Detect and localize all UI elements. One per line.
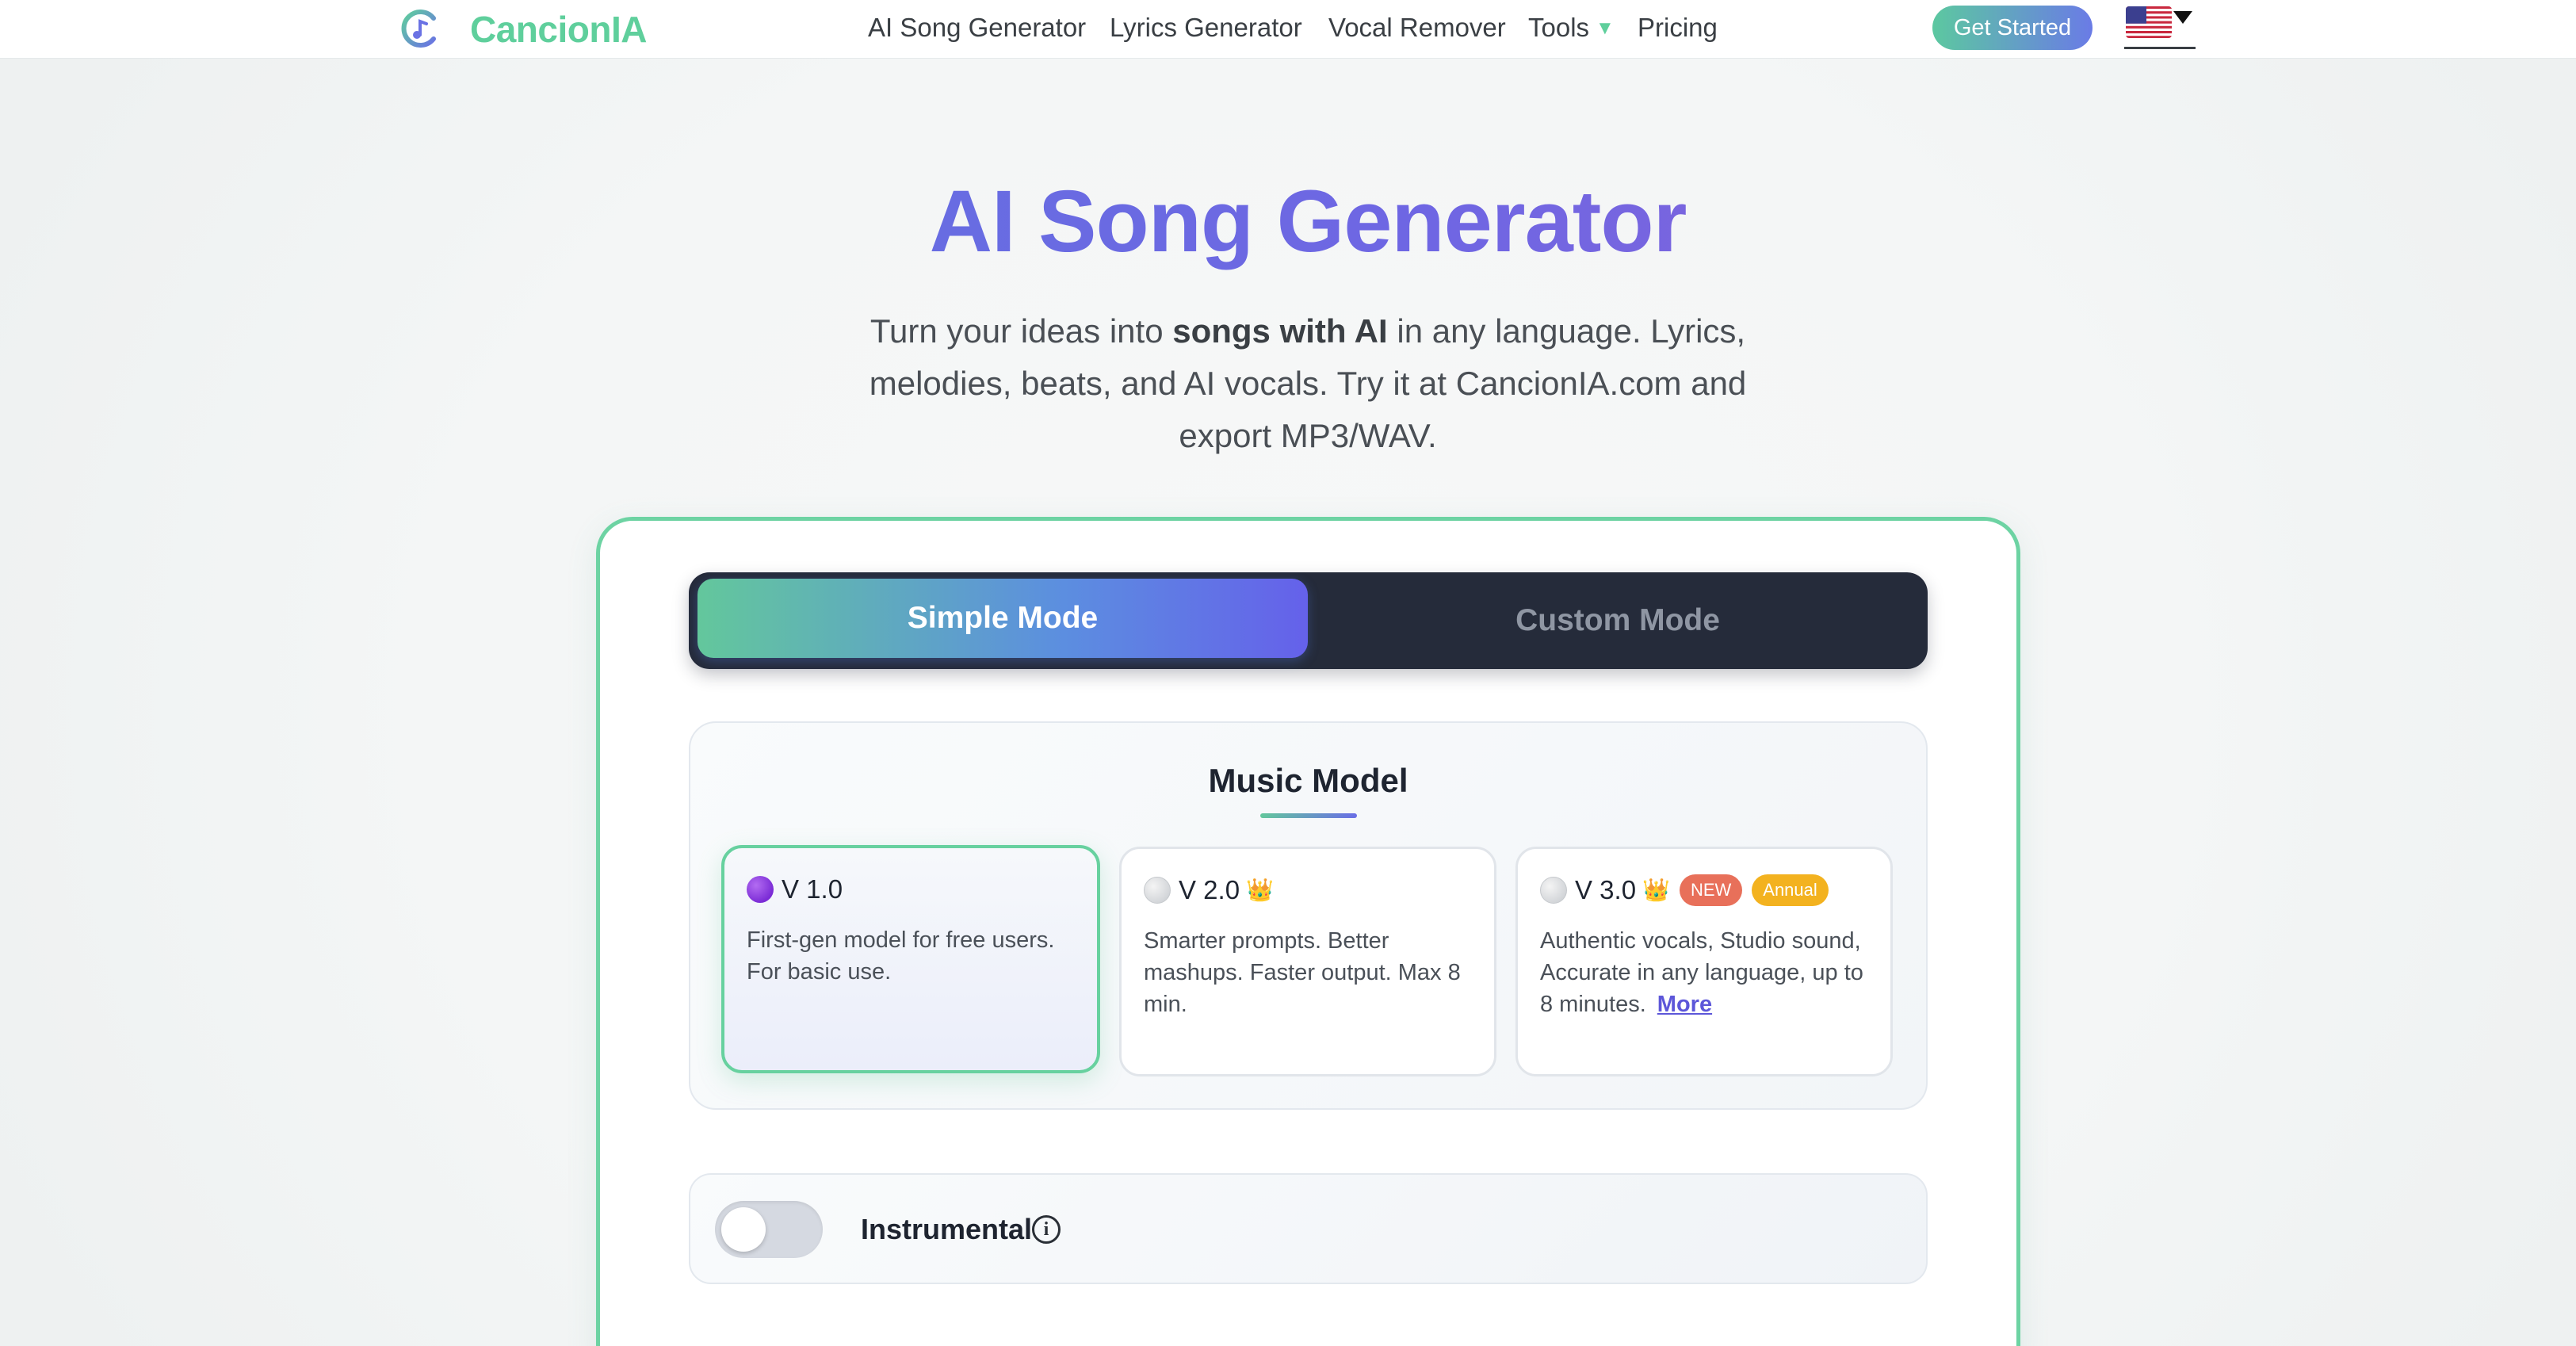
model-description: First-gen model for free users. For basi…: [747, 927, 1055, 985]
brand-logo-icon[interactable]: [399, 7, 441, 50]
toggle-knob: [721, 1207, 766, 1252]
model-description: Authentic vocals, Studio sound, Accurate…: [1540, 925, 1873, 1020]
annual-badge: Annual: [1752, 874, 1829, 906]
page-subtitle: Turn your ideas into songs with AI in an…: [824, 305, 1791, 462]
heading-underline: [1260, 813, 1357, 818]
simple-mode-tab[interactable]: Simple Mode: [698, 579, 1308, 658]
nav-tools-dropdown[interactable]: Tools ▼: [1528, 11, 1615, 45]
nav-ai-song-generator[interactable]: AI Song Generator: [868, 11, 1086, 44]
music-model-heading: Music Model: [1208, 762, 1408, 799]
radio-selected-icon: [747, 876, 774, 903]
model-option-v2[interactable]: V 2.0 👑 Smarter prompts. Better mashups.…: [1119, 847, 1496, 1076]
nav-pricing[interactable]: Pricing: [1638, 11, 1718, 44]
top-nav-bar: CancionIA AI Song Generator Lyrics Gener…: [0, 0, 2576, 59]
instrumental-toggle[interactable]: [715, 1201, 823, 1258]
info-icon[interactable]: i: [1032, 1215, 1061, 1244]
subtitle-text: Turn your ideas into: [869, 312, 1173, 350]
crown-icon: 👑: [1246, 878, 1274, 902]
caret-down-icon: ▼: [1596, 17, 1615, 39]
get-started-button[interactable]: Get Started: [1932, 6, 2093, 50]
subtitle-highlight: songs with AI: [1172, 312, 1388, 350]
crown-icon: 👑: [1642, 878, 1670, 902]
us-flag-icon: [2126, 6, 2172, 38]
model-name: V 2.0: [1179, 875, 1240, 904]
nav-vocal-remover[interactable]: Vocal Remover: [1328, 11, 1506, 44]
caret-down-icon: [2173, 11, 2192, 24]
brand-name[interactable]: CancionIA: [470, 8, 647, 51]
page-title: AI Song Generator: [0, 170, 2576, 273]
model-name: V 1.0: [782, 874, 843, 904]
custom-mode-tab[interactable]: Custom Mode: [1316, 579, 1920, 663]
model-description: Smarter prompts. Better mashups. Faster …: [1144, 928, 1461, 1017]
language-selector[interactable]: [2124, 5, 2196, 49]
radio-unselected-icon: [1540, 877, 1567, 904]
more-link[interactable]: More: [1657, 992, 1712, 1017]
new-badge: NEW: [1679, 874, 1743, 906]
model-option-v1[interactable]: V 1.0 First-gen model for free users. Fo…: [721, 845, 1100, 1073]
radio-unselected-icon: [1144, 877, 1171, 904]
model-name: V 3.0: [1575, 875, 1637, 904]
model-option-v3[interactable]: V 3.0 👑 NEW Annual Authentic vocals, Stu…: [1515, 847, 1893, 1076]
nav-tools-label: Tools: [1528, 13, 1590, 42]
instrumental-label: Instrumental: [861, 1213, 1033, 1245]
nav-lyrics-generator[interactable]: Lyrics Generator: [1110, 11, 1302, 44]
